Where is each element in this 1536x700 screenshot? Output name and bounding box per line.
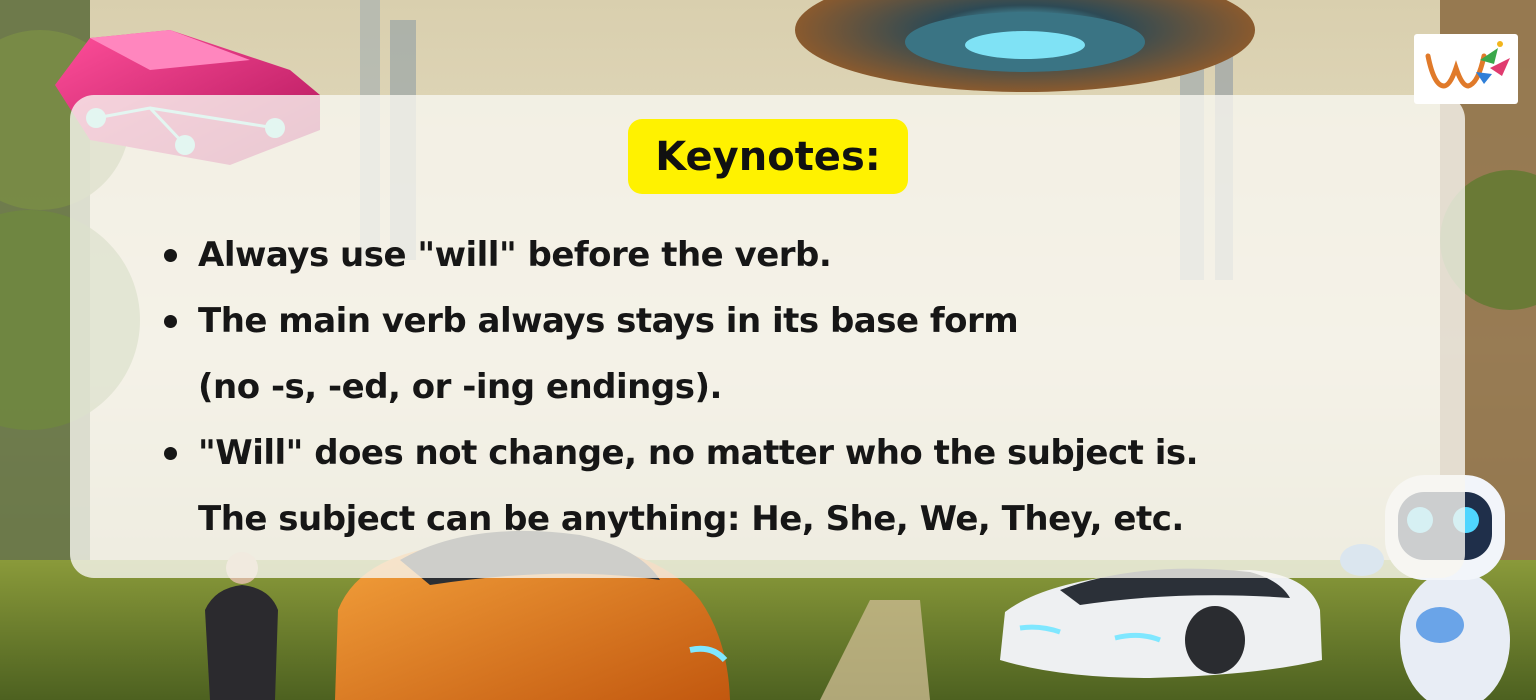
keynotes-list: Always use "will" before the verb. The m… (160, 222, 1400, 552)
list-item-line: Always use "will" before the verb. (198, 235, 832, 275)
list-item: Always use "will" before the verb. (160, 222, 1400, 288)
bullet-icon (164, 447, 177, 460)
list-item: "Will" does not change, no matter who th… (160, 420, 1400, 552)
bullet-icon (164, 315, 177, 328)
list-item-line: The main verb always stays in its base f… (198, 301, 1019, 341)
keynotes-heading: Keynotes: (628, 119, 908, 194)
bullet-icon (164, 249, 177, 262)
brand-logo-icon (1425, 41, 1510, 89)
list-item-line: (no -s, -ed, or -ing endings). (198, 367, 722, 407)
brand-logo (1414, 34, 1518, 104)
list-item-line: "Will" does not change, no matter who th… (198, 433, 1199, 473)
list-item: The main verb always stays in its base f… (160, 288, 1400, 420)
list-item-line: The subject can be anything: He, She, We… (198, 499, 1184, 539)
